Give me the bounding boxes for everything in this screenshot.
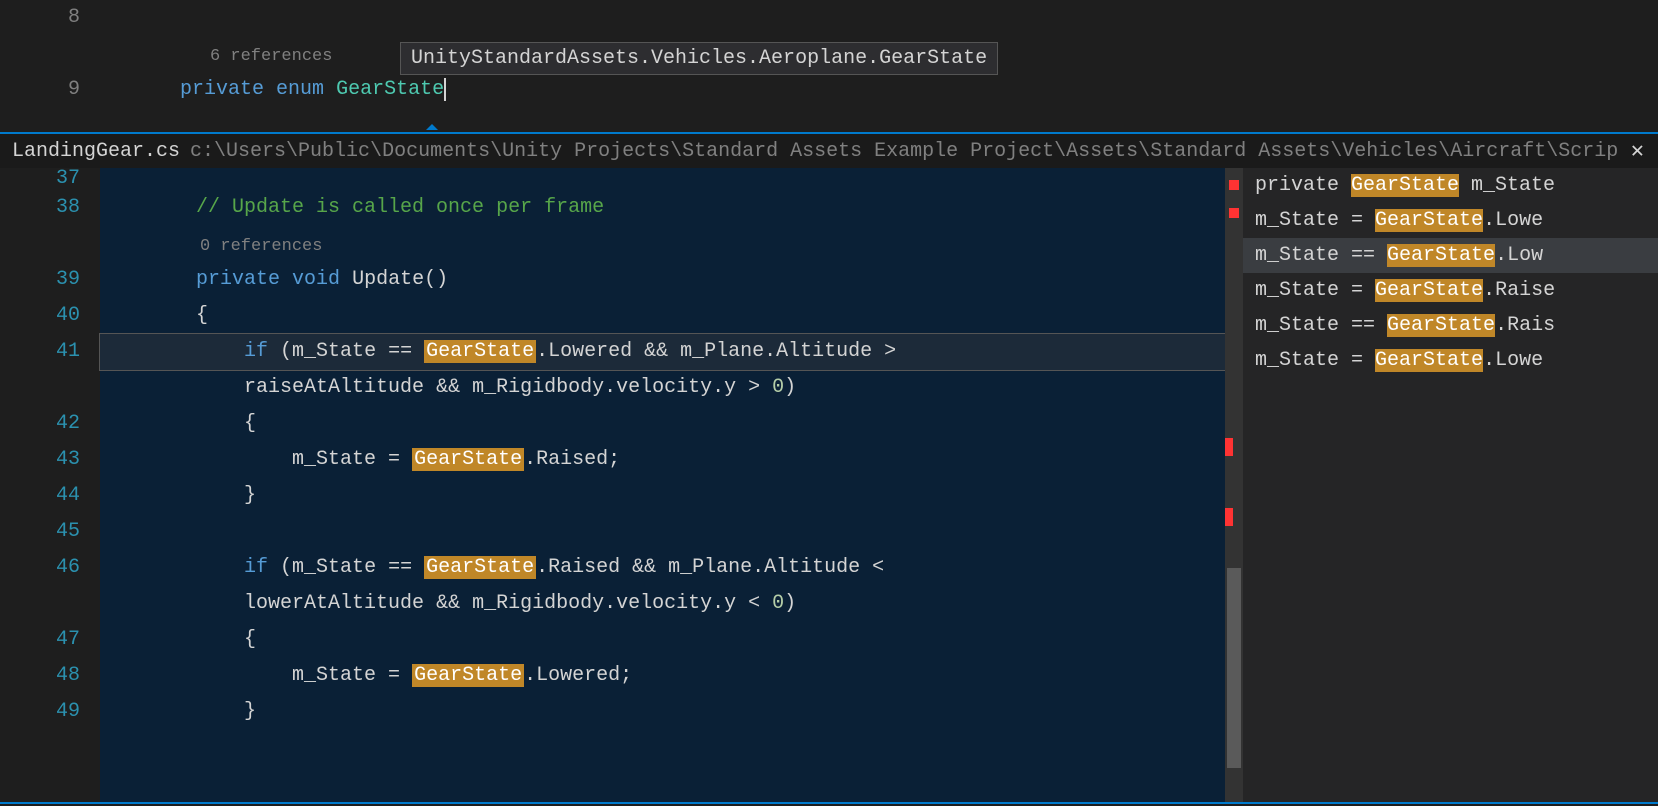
highlight-match: GearState xyxy=(424,340,536,363)
code-line[interactable] xyxy=(100,514,1225,550)
code-line[interactable]: private enum GearState xyxy=(100,72,446,108)
line-number: 9 xyxy=(0,72,80,108)
tab-filename: LandingGear.cs xyxy=(12,140,180,163)
reference-item[interactable]: m_State = GearState.Raise xyxy=(1243,273,1658,308)
line-number: 39 xyxy=(0,262,80,298)
highlight-match: GearState xyxy=(424,556,536,579)
reference-item[interactable]: m_State = GearState.Lowe xyxy=(1243,343,1658,378)
code-line[interactable]: // Update is called once per frame xyxy=(100,190,1225,226)
code-line[interactable]: { xyxy=(100,622,1225,658)
code-line[interactable]: { xyxy=(100,406,1225,442)
line-number: 44 xyxy=(0,478,80,514)
scrollbar-marker xyxy=(1229,180,1239,190)
code-line[interactable]: m_State = GearState.Lowered; xyxy=(100,658,1225,694)
line-number: 43 xyxy=(0,442,80,478)
highlight-match: GearState xyxy=(412,664,524,687)
peek-caret-marker xyxy=(424,124,440,130)
reference-item[interactable]: private GearState m_State xyxy=(1243,168,1658,203)
code-line[interactable]: raiseAtAltitude && m_Rigidbody.velocity.… xyxy=(100,370,1225,406)
reference-item-selected[interactable]: m_State == GearState.Low xyxy=(1243,238,1658,273)
code-line[interactable]: lowerAtAltitude && m_Rigidbody.velocity.… xyxy=(100,586,1225,622)
reference-item[interactable]: m_State == GearState.Rais xyxy=(1243,308,1658,343)
code-line-current[interactable]: if (m_State == GearState.Lowered && m_Pl… xyxy=(100,334,1225,370)
close-icon[interactable]: ✕ xyxy=(1617,138,1658,164)
code-line[interactable]: } xyxy=(100,694,1225,730)
line-number: 40 xyxy=(0,298,80,334)
line-number: 42 xyxy=(0,406,80,442)
codelens-references[interactable]: 6 references xyxy=(100,36,446,72)
code-line[interactable]: { xyxy=(100,298,1225,334)
peek-definition-pane: 8 9 6 references private enum GearState … xyxy=(0,0,1658,132)
code-line[interactable]: m_State = GearState.Raised; xyxy=(100,442,1225,478)
code-editor[interactable]: 37 38 39 40 41 42 43 44 45 46 47 48 49 /… xyxy=(0,168,1225,802)
line-number: 8 xyxy=(0,0,80,36)
scrollbar-thumb[interactable] xyxy=(1227,568,1241,768)
scrollbar-marker xyxy=(1225,508,1233,526)
code-line[interactable]: } xyxy=(100,478,1225,514)
line-number: 41 xyxy=(0,334,80,370)
code-line[interactable] xyxy=(100,168,1225,190)
line-number: 48 xyxy=(0,658,80,694)
scrollbar-marker xyxy=(1229,208,1239,218)
code-line[interactable]: if (m_State == GearState.Raised && m_Pla… xyxy=(100,550,1225,586)
line-number: 45 xyxy=(0,514,80,550)
line-number: 49 xyxy=(0,694,80,730)
line-number: 46 xyxy=(0,550,80,586)
code-line[interactable]: private void Update() xyxy=(100,262,1225,298)
references-list[interactable]: private GearState m_State m_State = Gear… xyxy=(1243,168,1658,802)
line-number: 37 xyxy=(0,168,80,190)
codelens-references[interactable]: 0 references xyxy=(100,226,1225,262)
file-tab[interactable]: LandingGear.cs c:\Users\Public\Documents… xyxy=(0,132,1658,168)
highlight-match: GearState xyxy=(412,448,524,471)
line-number: 38 xyxy=(0,190,80,226)
scrollbar-vertical[interactable] xyxy=(1225,168,1243,802)
scrollbar-marker xyxy=(1225,438,1233,456)
reference-item[interactable]: m_State = GearState.Lowe xyxy=(1243,203,1658,238)
enum-name[interactable]: GearState xyxy=(336,78,446,101)
gutter: 37 38 39 40 41 42 43 44 45 46 47 48 49 xyxy=(0,168,100,802)
type-tooltip: UnityStandardAssets.Vehicles.Aeroplane.G… xyxy=(400,42,998,75)
tab-filepath: c:\Users\Public\Documents\Unity Projects… xyxy=(190,140,1617,163)
peek-results-pane: 37 38 39 40 41 42 43 44 45 46 47 48 49 /… xyxy=(0,168,1658,804)
line-number: 47 xyxy=(0,622,80,658)
